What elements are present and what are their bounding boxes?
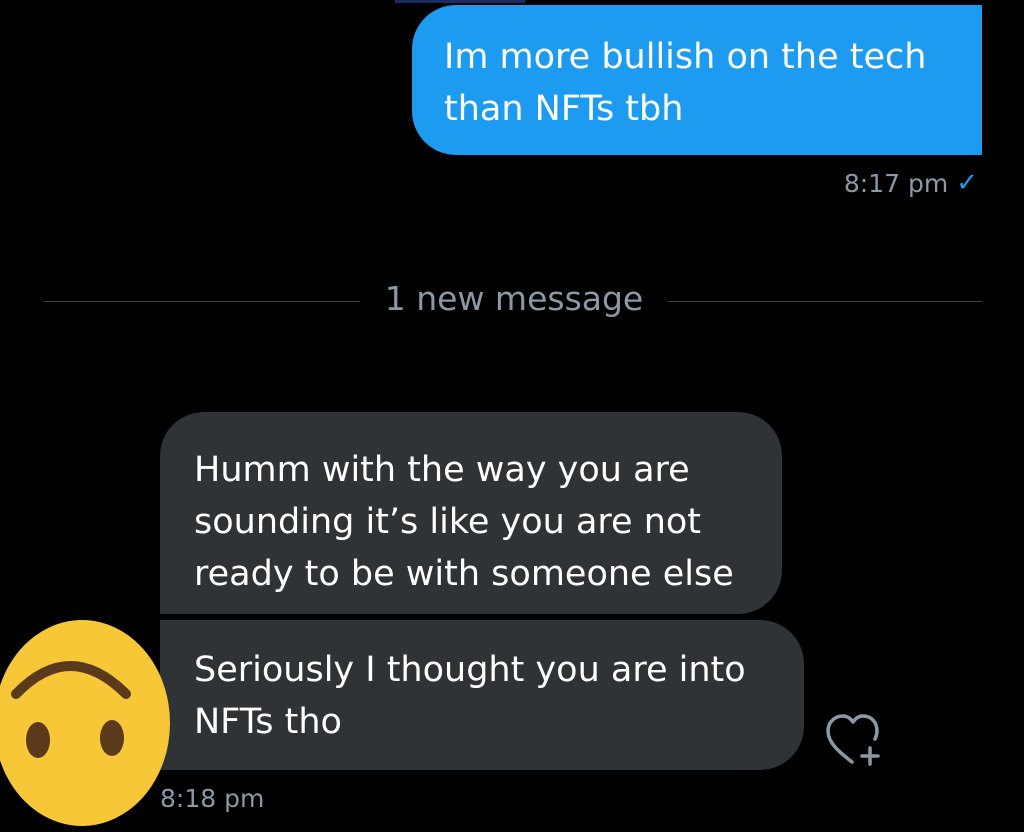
outgoing-message-bubble[interactable]: Im more bullish on the tech than NFTs tb… [412, 5, 982, 155]
upside-down-face-emoji-icon [0, 620, 170, 826]
heart-plus-icon[interactable] [822, 710, 886, 770]
outgoing-message-time: 8:17 pm [843, 168, 949, 198]
check-icon: ✓ [956, 168, 978, 198]
incoming-message-bubble[interactable]: Seriously I thought you are into NFTs th… [160, 620, 804, 770]
divider-line-right [668, 301, 982, 302]
divider-line-left [44, 301, 360, 302]
incoming-message-bubble[interactable]: Humm with the way you are sounding it’s … [160, 412, 782, 614]
incoming-message-time: 8:18 pm [160, 784, 265, 813]
top-edge-strip [395, 0, 525, 3]
outgoing-message-meta: 8:17 pm ✓ [844, 168, 978, 198]
new-message-divider-label: 1 new message [384, 279, 644, 318]
